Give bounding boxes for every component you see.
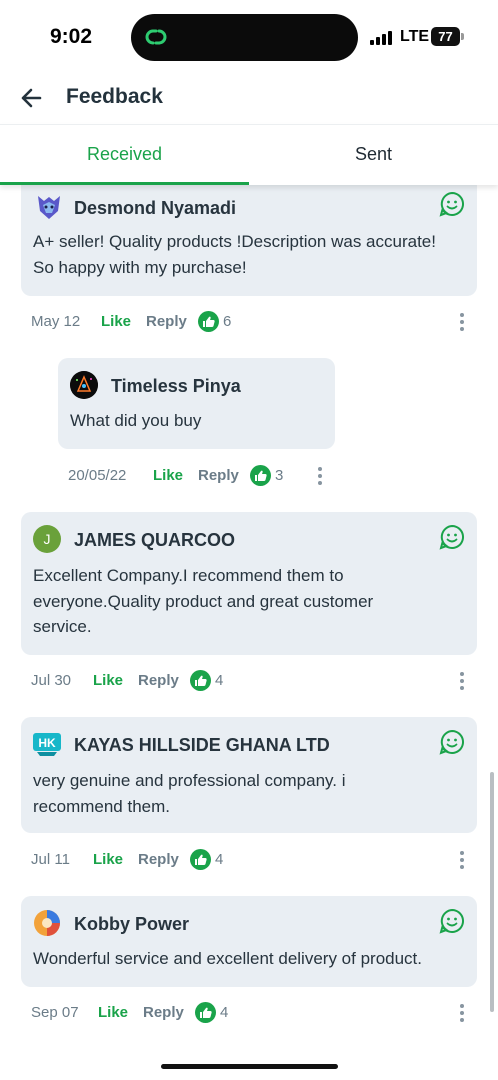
feedback-actions: Sep 07 Like Reply 4 xyxy=(31,1001,471,1025)
link-icon xyxy=(145,29,167,45)
app-header: Feedback xyxy=(0,72,498,124)
avatar: J xyxy=(33,525,61,553)
network-type: LTE xyxy=(400,28,430,45)
thumbs-up-icon[interactable] xyxy=(198,311,219,332)
author-name: JAMES QUARCOO xyxy=(74,530,236,550)
scrollbar[interactable] xyxy=(490,772,494,1012)
tab-received[interactable]: Received xyxy=(0,125,249,185)
thumbs-up-icon[interactable] xyxy=(190,670,211,691)
avatar xyxy=(70,371,98,399)
thumbs-up-icon[interactable] xyxy=(250,465,271,486)
avatar-letter: J xyxy=(43,531,51,547)
more-options-icon[interactable] xyxy=(457,1004,467,1022)
thumbs-up-icon[interactable] xyxy=(195,1002,216,1023)
feedback-card: HK KAYAS HILLSIDE GHANA LTD very genuine… xyxy=(21,717,477,833)
author-name: Timeless Pinya xyxy=(111,376,241,396)
feedback-actions: May 12 Like Reply 6 xyxy=(31,310,471,334)
reply-button[interactable]: Reply xyxy=(143,1001,184,1025)
like-button[interactable]: Like xyxy=(101,310,131,334)
smiley-icon[interactable] xyxy=(439,524,465,550)
avatar xyxy=(35,193,63,221)
status-bar: 9:02 LTE 77 xyxy=(0,0,498,72)
signal-icon xyxy=(370,31,392,45)
like-count: 4 xyxy=(215,851,224,868)
feedback-actions: Jul 30 Like Reply 4 xyxy=(31,669,471,693)
home-indicator[interactable] xyxy=(161,1064,338,1069)
more-options-icon[interactable] xyxy=(457,851,467,869)
svg-text:HK: HK xyxy=(38,736,56,750)
tab-bar: Received Sent xyxy=(0,124,498,185)
battery-tip xyxy=(461,33,464,40)
comment-text: Wonderful service and excellent delivery… xyxy=(33,949,422,968)
like-button[interactable]: Like xyxy=(93,848,123,872)
author-name: Kobby Power xyxy=(74,914,190,934)
reply-button[interactable]: Reply xyxy=(146,310,187,334)
like-button[interactable]: Like xyxy=(153,464,183,488)
like-count: 4 xyxy=(220,1004,229,1021)
like-count: 3 xyxy=(275,467,284,484)
status-time: 9:02 xyxy=(50,25,93,48)
like-button[interactable]: Like xyxy=(98,1001,128,1025)
reply-button[interactable]: Reply xyxy=(138,669,179,693)
like-button[interactable]: Like xyxy=(93,669,123,693)
feedback-actions: Jul 11 Like Reply 4 xyxy=(31,848,471,872)
feedback-date: Jul 11 xyxy=(31,851,70,868)
feedback-date: May 12 xyxy=(31,313,81,330)
smiley-icon[interactable] xyxy=(439,729,465,755)
feedback-card: Kobby Power Wonderful service and excell… xyxy=(21,896,477,987)
like-count: 4 xyxy=(215,672,224,689)
comment-text: Excellent Company.I recommend them to ev… xyxy=(33,566,374,636)
comment-text: What did you buy xyxy=(70,411,202,430)
feedback-card: Desmond Nyamadi A+ seller! Quality produ… xyxy=(21,176,477,296)
reply-button[interactable]: Reply xyxy=(138,848,179,872)
more-options-icon[interactable] xyxy=(457,313,467,331)
author-name: KAYAS HILLSIDE GHANA LTD xyxy=(74,735,330,755)
feedback-date: Jul 30 xyxy=(31,672,72,689)
more-options-icon[interactable] xyxy=(315,467,325,485)
tab-indicator xyxy=(0,182,249,185)
page-title: Feedback xyxy=(66,85,163,108)
reply-card: Timeless Pinya What did you buy xyxy=(58,358,335,449)
author-name: Desmond Nyamadi xyxy=(74,198,237,218)
feedback-card: J JAMES QUARCOO Excellent Company.I reco… xyxy=(21,512,477,655)
more-options-icon[interactable] xyxy=(457,672,467,690)
like-count: 6 xyxy=(223,313,232,330)
battery-icon: 77 xyxy=(431,27,460,46)
reply-actions: 20/05/22 Like Reply 3 xyxy=(68,464,328,488)
feedback-date: Sep 07 xyxy=(31,1004,79,1021)
tab-sent[interactable]: Sent xyxy=(249,125,498,185)
smiley-icon[interactable] xyxy=(439,191,465,217)
comment-text: very genuine and professional company. i… xyxy=(33,771,346,816)
smiley-icon[interactable] xyxy=(439,908,465,934)
arrow-left-icon[interactable] xyxy=(16,82,48,114)
reply-button[interactable]: Reply xyxy=(198,464,239,488)
reply-date: 20/05/22 xyxy=(68,467,127,484)
comment-text: A+ seller! Quality products !Description… xyxy=(33,232,436,277)
thumbs-up-icon[interactable] xyxy=(190,849,211,870)
avatar: HK xyxy=(33,730,61,758)
dynamic-island xyxy=(131,14,358,61)
avatar xyxy=(33,909,61,937)
